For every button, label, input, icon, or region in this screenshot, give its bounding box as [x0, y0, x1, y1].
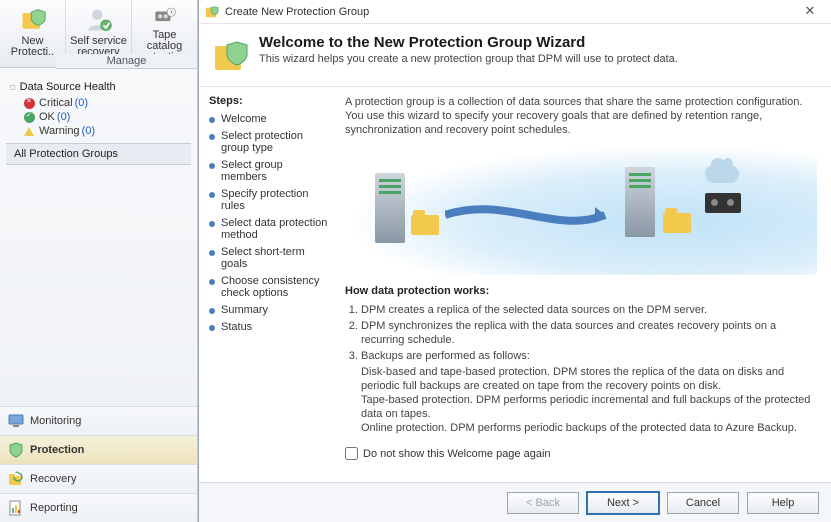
wizard-title-icon	[205, 5, 219, 19]
shield-icon	[8, 442, 24, 458]
nav-recovery-label: Recovery	[30, 473, 76, 485]
warning-icon	[24, 127, 34, 136]
app-left-panel: New Protecti.. Self service recovery Tap…	[0, 0, 198, 522]
how-item-1: DPM creates a replica of the selected da…	[361, 303, 817, 317]
how-list: DPM creates a replica of the selected da…	[361, 303, 817, 363]
wizard-steps: Steps: Welcome Select protection group t…	[199, 87, 339, 482]
critical-icon	[24, 98, 35, 109]
wizard-illustration	[345, 145, 817, 275]
next-button[interactable]: Next >	[587, 492, 659, 514]
steps-header: Steps:	[209, 95, 331, 107]
monitor-icon	[8, 413, 24, 429]
tree-critical-label: Critical	[39, 97, 73, 109]
tree-ok-count: (0)	[57, 111, 70, 123]
how-sub-3: Online protection. DPM performs periodic…	[361, 421, 817, 435]
wizard-description: A protection group is a collection of da…	[345, 95, 817, 137]
close-button[interactable]: ✕	[795, 3, 825, 21]
nav-monitoring[interactable]: Monitoring	[0, 406, 197, 435]
step-group-type[interactable]: Select protection group type	[209, 130, 331, 154]
step-short-term-goals[interactable]: Select short-term goals	[209, 246, 331, 270]
tree-panel: Data Source Health Critical (0) OK (0) W…	[0, 69, 197, 406]
recovery-icon	[8, 471, 24, 487]
wizard-subtitle: This wizard helps you create a new prote…	[259, 53, 678, 65]
wizard-title: Welcome to the New Protection Group Wiza…	[259, 34, 678, 51]
dont-show-row[interactable]: Do not show this Welcome page again	[345, 447, 817, 460]
ribbon-group-manage: Manage	[56, 54, 197, 69]
how-sub-1: Disk-based and tape-based protection. DP…	[361, 365, 817, 393]
server-icon	[375, 173, 405, 243]
help-button[interactable]: Help	[747, 492, 819, 514]
step-welcome[interactable]: Welcome	[209, 113, 331, 125]
how-sub-2: Tape-based protection. DPM performs peri…	[361, 393, 817, 421]
arrow-icon	[445, 195, 615, 235]
nav-protection-label: Protection	[30, 444, 84, 456]
tree-groups-header[interactable]: All Protection Groups	[6, 143, 191, 165]
tape-clock-icon	[151, 6, 179, 28]
step-protection-rules[interactable]: Specify protection rules	[209, 188, 331, 212]
step-protection-method[interactable]: Select data protection method	[209, 217, 331, 241]
wizard-header: Welcome to the New Protection Group Wiza…	[199, 24, 831, 87]
wizard-button-bar: < Back Next > Cancel Help	[199, 482, 831, 522]
how-item-2: DPM synchronizes the replica with the da…	[361, 319, 817, 347]
nav-reporting-label: Reporting	[30, 502, 78, 514]
wizard-body: Steps: Welcome Select protection group t…	[199, 87, 831, 482]
back-button[interactable]: < Back	[507, 492, 579, 514]
nav-recovery[interactable]: Recovery	[0, 464, 197, 493]
tree-ok-label: OK	[39, 111, 55, 123]
tree-critical[interactable]: Critical (0)	[24, 97, 191, 109]
ribbon-new-label: New Protecti..	[2, 36, 63, 58]
step-consistency-check[interactable]: Choose consistency check options	[209, 275, 331, 299]
tree-warning[interactable]: Warning (0)	[24, 125, 191, 137]
wizard-titlebar: Create New Protection Group ✕	[199, 0, 831, 24]
step-group-members[interactable]: Select group members	[209, 159, 331, 183]
cloud-icon	[705, 165, 739, 183]
wizard-dialog: Create New Protection Group ✕ Welcome to…	[198, 0, 831, 522]
ok-icon	[24, 112, 35, 123]
folder-icon	[663, 213, 691, 233]
user-recovery-icon	[85, 6, 113, 34]
nav-list: Monitoring Protection Recovery Reporting	[0, 406, 197, 522]
nav-reporting[interactable]: Reporting	[0, 493, 197, 522]
wizard-window-title: Create New Protection Group	[225, 6, 795, 18]
tree-warning-count: (0)	[82, 125, 95, 137]
shield-folder-icon	[19, 6, 47, 34]
folder-icon	[411, 215, 439, 235]
tree-warning-label: Warning	[39, 125, 80, 137]
tape-icon	[705, 193, 741, 213]
wizard-content: A protection group is a collection of da…	[339, 87, 831, 482]
step-status[interactable]: Status	[209, 321, 331, 333]
nav-protection[interactable]: Protection	[0, 435, 197, 464]
nav-monitoring-label: Monitoring	[30, 415, 81, 427]
how-header: How data protection works:	[345, 285, 817, 297]
how-item-3: Backups are performed as follows:	[361, 349, 817, 363]
dont-show-checkbox[interactable]	[345, 447, 358, 460]
cancel-button[interactable]: Cancel	[667, 492, 739, 514]
dont-show-label: Do not show this Welcome page again	[363, 448, 551, 460]
tree-critical-count: (0)	[75, 97, 88, 109]
step-summary[interactable]: Summary	[209, 304, 331, 316]
wizard-header-icon	[213, 38, 249, 74]
report-icon	[8, 500, 24, 516]
tree-ok[interactable]: OK (0)	[24, 111, 191, 123]
server-icon	[625, 167, 655, 237]
tree-health-header[interactable]: Data Source Health	[10, 81, 191, 93]
